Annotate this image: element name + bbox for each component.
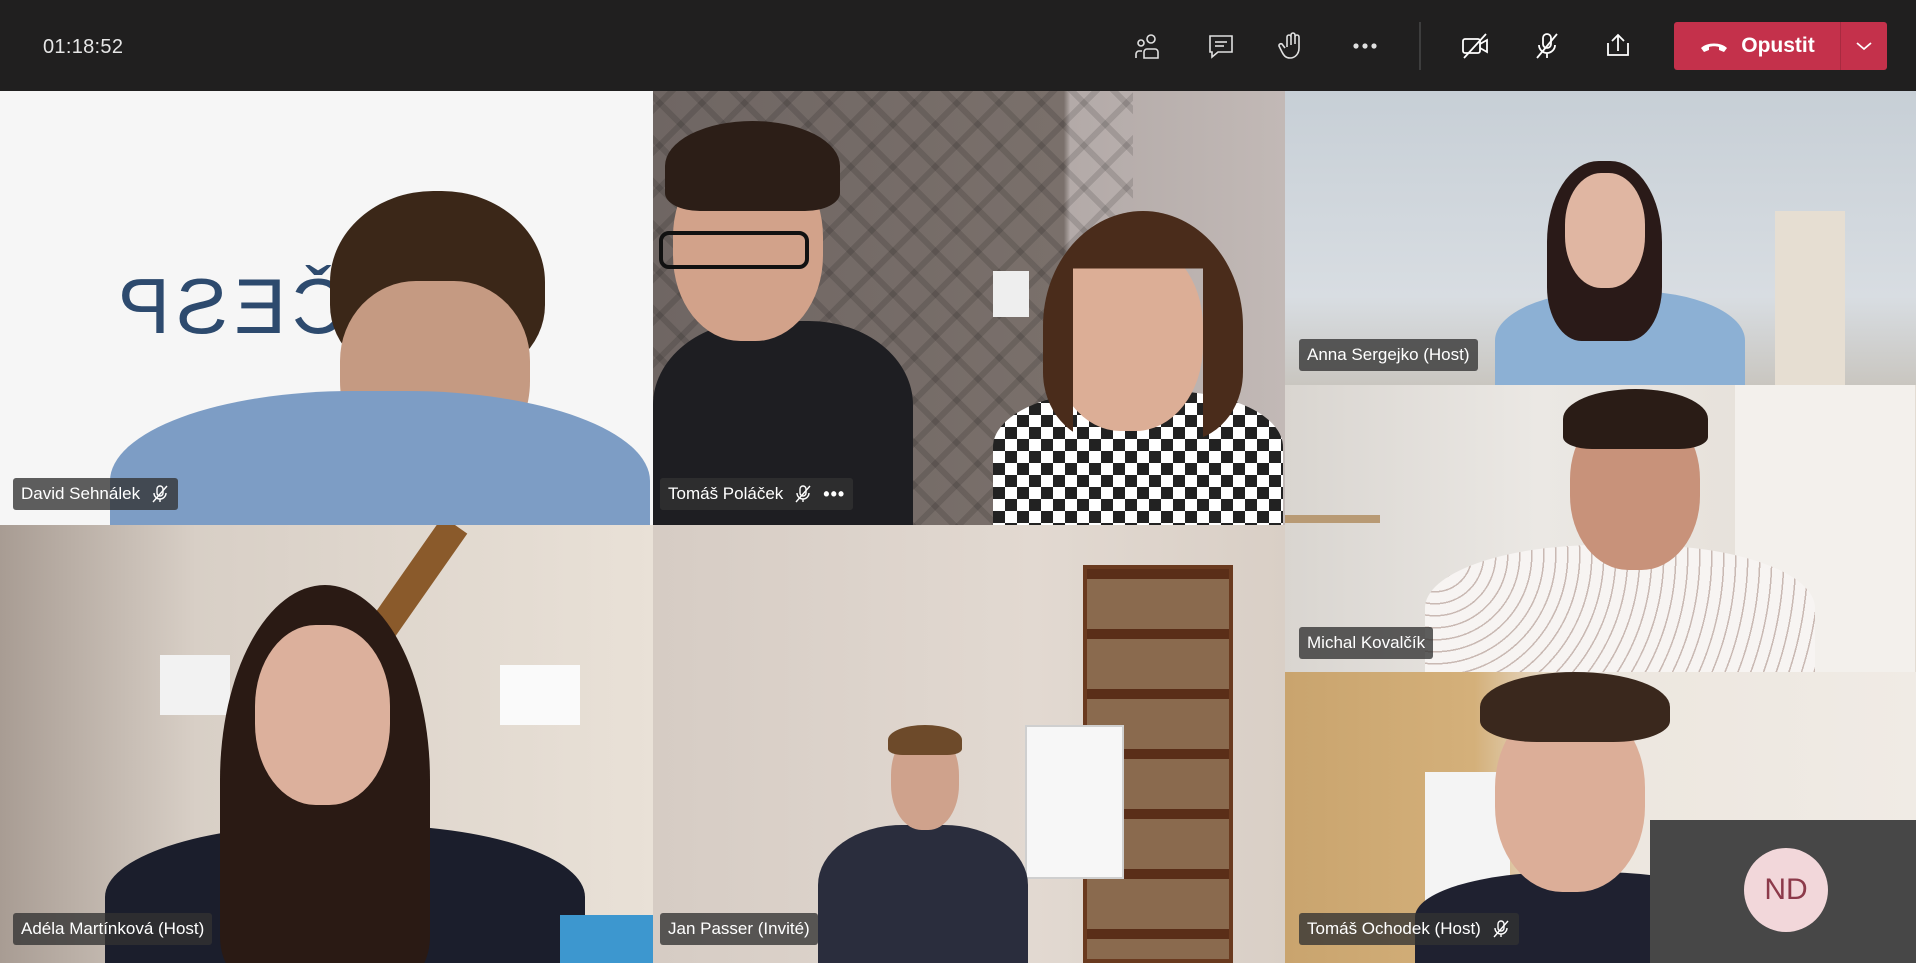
raise-hand-icon[interactable] [1272,26,1312,66]
hang-up-icon [1701,43,1728,52]
mic-off-icon[interactable] [1527,26,1567,66]
chat-icon[interactable] [1201,26,1241,66]
person-hair [888,725,962,755]
video-tile-anna-sergejko[interactable]: Anna Sergejko (Host) [1285,91,1916,385]
video-feed [653,91,1285,525]
toolbar-divider [1419,22,1421,70]
participant-name: Adéla Martínková (Host) [21,919,205,938]
name-chip: Adéla Martínková (Host) [13,913,213,945]
video-tile-david[interactable]: ČESP David Sehnálek [0,91,653,525]
meeting-toolbar: 01:18:52 Opustit [0,0,1916,91]
video-tile-michal-kovalcik[interactable]: Michal Kovalčík [1285,385,1916,672]
person-face [255,625,390,805]
leave-button-group: Opustit [1674,22,1887,70]
participant-name: Anna Sergejko (Host) [1307,345,1470,364]
name-chip: Tomáš Ochodek (Host) [1299,913,1519,945]
background-door [1775,211,1845,385]
video-tile-adela-martinkova[interactable]: Adéla Martínková (Host) [0,525,653,963]
person-1-glasses [659,231,809,269]
wall-shelf [1285,515,1380,523]
floor-rug [560,915,653,963]
leave-options-dropdown[interactable] [1841,22,1887,70]
person-shirt [110,391,650,525]
participant-more-options[interactable]: ••• [823,484,845,505]
wall-switch [993,271,1029,317]
leave-button-label: Opustit [1741,34,1815,57]
mic-muted-icon [152,485,168,503]
video-feed [0,525,653,963]
video-tile-tomas-polacek[interactable]: Tomáš Poláček ••• [653,91,1285,525]
avatar: ND [1744,848,1828,932]
more-actions-icon[interactable] [1345,26,1385,66]
participants-icon[interactable] [1128,26,1168,66]
video-feed [653,525,1285,963]
name-chip: Michal Kovalčík [1299,627,1434,659]
video-tile-jan-passer[interactable]: Jan Passer (Invité) [653,525,1285,963]
participant-name: Michal Kovalčík [1307,633,1426,652]
participant-name: Tomáš Ochodek (Host) [1307,919,1481,938]
chevron-down-icon [1856,42,1872,51]
name-chip: Jan Passer (Invité) [660,913,818,945]
name-chip: David Sehnálek [13,478,179,510]
person-hair [1563,389,1708,449]
person-face [1565,173,1645,288]
self-view-tile[interactable]: ND [1650,820,1916,963]
person-vest [818,825,1028,963]
name-chip: Tomáš Poláček ••• [660,478,854,510]
video-feed: ČESP [0,91,653,525]
participant-name: Tomáš Poláček [668,484,784,503]
leave-button[interactable]: Opustit [1674,22,1840,70]
background-window [500,665,580,725]
participant-name: David Sehnálek [21,484,141,503]
backdrop-logo-text: ČESP [112,262,349,350]
camera-off-icon[interactable] [1455,26,1495,66]
share-screen-icon[interactable] [1598,26,1638,66]
person-1-hair [665,121,840,211]
person-hair [1480,672,1670,742]
meeting-timer: 01:18:52 [43,36,124,58]
participant-name: Jan Passer (Invité) [668,919,810,938]
flipchart [1025,725,1124,879]
background-window-left [160,655,230,715]
name-chip: Anna Sergejko (Host) [1299,339,1478,371]
person-2-face [1053,241,1203,431]
mic-muted-icon [795,485,811,503]
mic-muted-icon [1493,920,1509,938]
